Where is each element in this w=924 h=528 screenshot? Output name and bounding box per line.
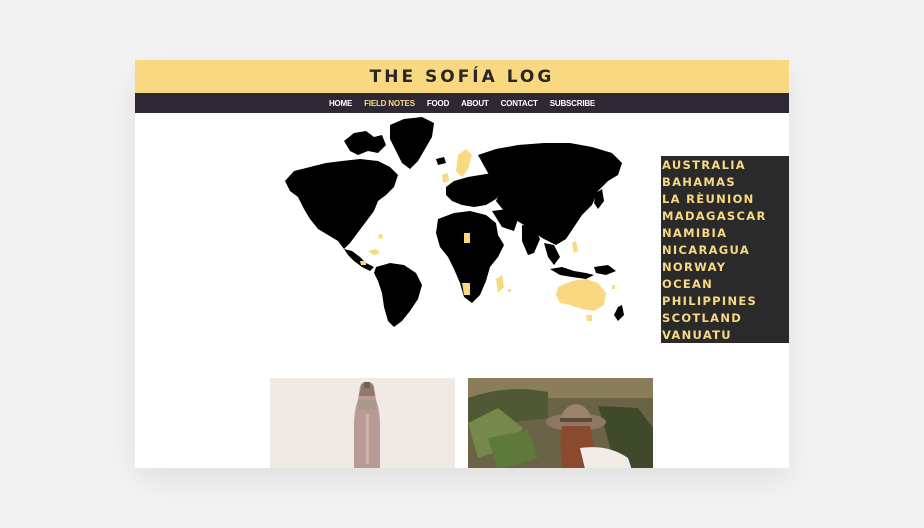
map-norway xyxy=(456,149,472,177)
traveler-image xyxy=(468,378,653,468)
site-header: THE SOFÍA LOG xyxy=(135,60,789,93)
map-west-africa-visited xyxy=(464,233,470,243)
map-madagascar xyxy=(496,275,504,293)
map-new-guinea xyxy=(594,265,616,275)
map-scotland xyxy=(442,173,449,183)
map-reunion xyxy=(508,289,511,292)
map-nicaragua xyxy=(360,261,366,265)
post-thumbnail-champagne[interactable] xyxy=(270,378,455,468)
post-thumbnail-traveler[interactable] xyxy=(468,378,653,468)
world-map[interactable] xyxy=(282,115,627,330)
country-link-ocean[interactable]: OCEAN xyxy=(662,276,789,293)
country-link-scotland[interactable]: SCOTLAND xyxy=(662,310,789,327)
country-link-madagascar[interactable]: MADAGASCAR xyxy=(662,208,789,225)
nav-item-subscribe[interactable]: SUBSCRIBE xyxy=(550,99,596,108)
country-link-la-reunion[interactable]: LA RÈUNION xyxy=(662,191,789,208)
map-southeast-asia xyxy=(544,243,560,265)
map-south-america xyxy=(374,263,422,327)
map-philippines xyxy=(572,241,578,253)
map-indonesia xyxy=(550,267,594,279)
country-link-namibia[interactable]: NAMIBIA xyxy=(662,225,789,242)
visited-country-list: AUSTRALIA BAHAMAS LA RÈUNION MADAGASCAR … xyxy=(661,156,789,343)
main-nav: HOME FIELD NOTES FOOD ABOUT CONTACT SUBS… xyxy=(135,93,789,113)
country-link-bahamas[interactable]: BAHAMAS xyxy=(662,174,789,191)
country-link-norway[interactable]: NORWAY xyxy=(662,259,789,276)
country-link-philippines[interactable]: PHILIPPINES xyxy=(662,293,789,310)
country-link-australia[interactable]: AUSTRALIA xyxy=(662,157,789,174)
map-iceland xyxy=(436,157,446,165)
map-greenland xyxy=(390,117,434,169)
map-central-america xyxy=(344,249,374,271)
map-caribbean xyxy=(368,249,380,255)
map-arctic-islands xyxy=(344,131,386,155)
map-tasmania xyxy=(586,315,592,321)
nav-item-about[interactable]: ABOUT xyxy=(461,99,489,108)
map-bahamas xyxy=(378,234,383,239)
champagne-bottle-image xyxy=(270,378,455,468)
nav-item-home[interactable]: HOME xyxy=(329,99,352,108)
country-link-nicaragua[interactable]: NICARAGUA xyxy=(662,242,789,259)
map-new-zealand xyxy=(614,305,624,321)
map-australia xyxy=(556,279,606,311)
nav-item-field-notes[interactable]: FIELD NOTES xyxy=(364,99,415,108)
nav-item-contact[interactable]: CONTACT xyxy=(501,99,538,108)
nav-item-food[interactable]: FOOD xyxy=(427,99,450,108)
country-link-vanuatu[interactable]: VANUATU xyxy=(662,327,789,344)
map-vanuatu xyxy=(612,285,615,289)
page: THE SOFÍA LOG HOME FIELD NOTES FOOD ABOU… xyxy=(135,60,789,468)
site-title[interactable]: THE SOFÍA LOG xyxy=(370,67,555,87)
